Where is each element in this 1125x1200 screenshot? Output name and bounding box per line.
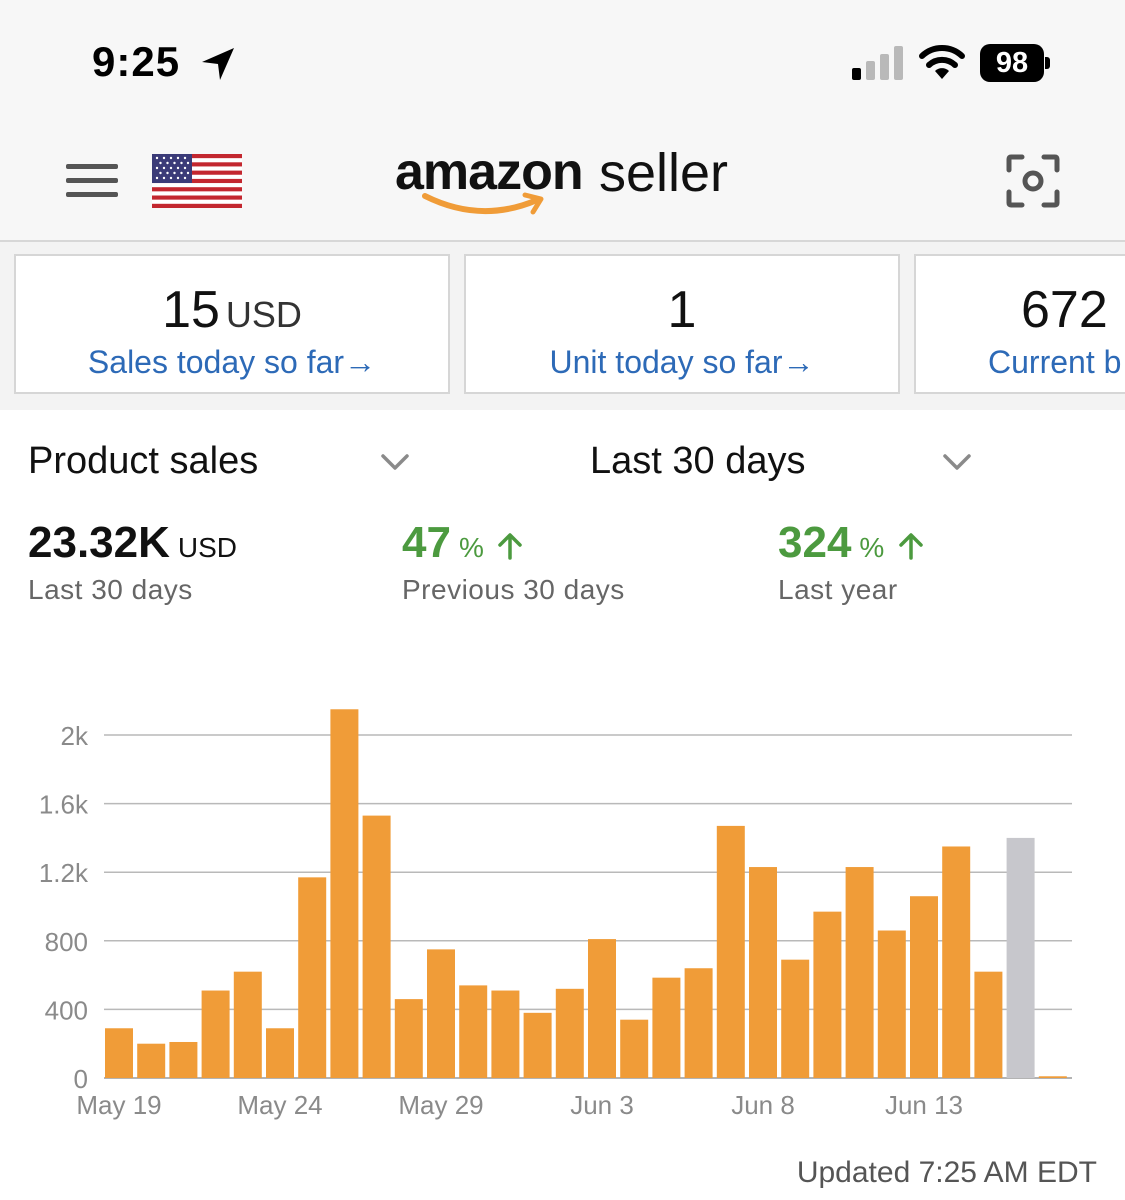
last-year-label: Last year (778, 574, 898, 605)
metric-cards: 15 USD Sales today so far→ 1 Unit today s… (0, 242, 1125, 410)
period-dropdown[interactable]: Last 30 days (590, 440, 980, 490)
chart-bar (1038, 1076, 1067, 1078)
chevron-down-icon (381, 454, 409, 470)
stat-last-year: 324% Last year (778, 518, 925, 606)
chart-bar (652, 977, 681, 1078)
metric-dropdown-label: Product sales (28, 440, 259, 482)
previous-period-unit: % (458, 532, 484, 563)
y-tick-label: 1.2k (39, 858, 89, 888)
units-today-card[interactable]: 1 Unit today so far→ (464, 254, 900, 394)
arrow-up-icon (498, 533, 522, 560)
chart-bar (588, 939, 616, 1078)
logo-seller-text: seller (599, 143, 729, 203)
chart-bar (781, 959, 810, 1078)
chart-bar (620, 1019, 649, 1078)
x-tick-label: Jun 8 (731, 1090, 795, 1120)
status-bar: 9:25 98 (0, 0, 1125, 120)
chart-bar (845, 867, 874, 1078)
stat-total-sales: 23.32K USD Last 30 days (28, 518, 237, 606)
last-updated-text: Updated 7:25 AM EDT (796, 1156, 1097, 1189)
chart-bar (362, 815, 391, 1078)
chart-bar (105, 1028, 133, 1078)
chart-bar (555, 988, 584, 1078)
last-year-unit: % (859, 532, 885, 563)
amazon-smile-icon (422, 192, 544, 215)
period-dropdown-label: Last 30 days (590, 440, 806, 482)
y-tick-label: 400 (45, 995, 88, 1025)
chart-bar (523, 1012, 552, 1078)
chart-bar (716, 825, 745, 1078)
daily-sales-bar-chart: 04008001.2k1.6k2kMay 19 May 24 May 29 Jun 3… (39, 709, 1072, 1120)
chart-bar (910, 896, 938, 1078)
current-balance-value: 672 (1021, 281, 1108, 339)
chevron-down-icon (943, 454, 971, 470)
chart-bar (427, 949, 455, 1078)
chart-bar (137, 1043, 166, 1078)
status-time: 9:25 (92, 38, 181, 85)
y-tick-label: 1.6k (39, 790, 89, 820)
units-today-value: 1 (667, 281, 697, 339)
metric-dropdown[interactable]: Product sales (28, 440, 418, 490)
current-balance-label[interactable]: Current b (988, 344, 1121, 380)
chart-bar (330, 709, 359, 1078)
units-today-label[interactable]: Unit today so far (550, 344, 783, 380)
total-sales-unit: USD (177, 532, 238, 563)
chart-bar (974, 971, 1003, 1078)
sales-today-unit: USD (225, 294, 302, 335)
chart-bar (749, 867, 777, 1078)
previous-period-label: Previous 30 days (402, 574, 625, 605)
current-balance-card[interactable]: 672 Current b (914, 254, 1125, 394)
scan-icon[interactable] (1006, 154, 1060, 208)
app-header: amazon seller (0, 120, 1125, 242)
sales-today-value: 15 (162, 281, 220, 339)
x-tick-label: May 24 (237, 1090, 322, 1120)
last-year-change: 324 (778, 518, 852, 567)
menu-icon[interactable] (66, 160, 118, 200)
us-flag-icon[interactable] (152, 154, 242, 208)
amazon-seller-logo: amazon seller (395, 142, 735, 222)
arrow-right-icon: → (782, 344, 815, 380)
x-tick-label: May 29 (398, 1090, 483, 1120)
sales-today-card[interactable]: 15 USD Sales today so far→ (14, 254, 450, 394)
arrow-right-icon: → (344, 344, 377, 380)
chart-bar (813, 911, 842, 1078)
cellular-signal-icon (852, 46, 903, 80)
chart-bar (491, 990, 520, 1078)
x-tick-label: May 19 (76, 1090, 161, 1120)
arrow-up-icon (898, 533, 923, 560)
chart-bar (169, 1041, 198, 1078)
x-tick-label: Jun 3 (570, 1090, 634, 1120)
sales-today-label[interactable]: Sales today so far (88, 344, 344, 380)
total-sales-label: Last 30 days (28, 574, 193, 605)
chart-bar (942, 846, 971, 1078)
chart-bar (298, 877, 327, 1078)
chart-bar (233, 971, 262, 1078)
location-arrow-icon (202, 48, 234, 80)
chart-bar (1006, 837, 1035, 1078)
chart-bar (877, 930, 906, 1078)
chart-bar (266, 1028, 294, 1078)
chart-bar (201, 990, 230, 1078)
wifi-icon (919, 45, 965, 79)
battery-indicator: 98 (980, 44, 1050, 82)
battery-level: 98 (995, 47, 1029, 79)
stat-previous-period: 47% Previous 30 days (402, 518, 625, 606)
y-tick-label: 2k (61, 721, 89, 751)
chart-bar (394, 999, 423, 1078)
y-tick-label: 800 (45, 927, 88, 957)
total-sales-value: 23.32K (28, 518, 170, 567)
previous-period-change: 47 (402, 518, 451, 567)
chart-bar (459, 985, 488, 1078)
chart-bar (684, 968, 713, 1078)
x-tick-label: Jun 13 (885, 1090, 963, 1120)
